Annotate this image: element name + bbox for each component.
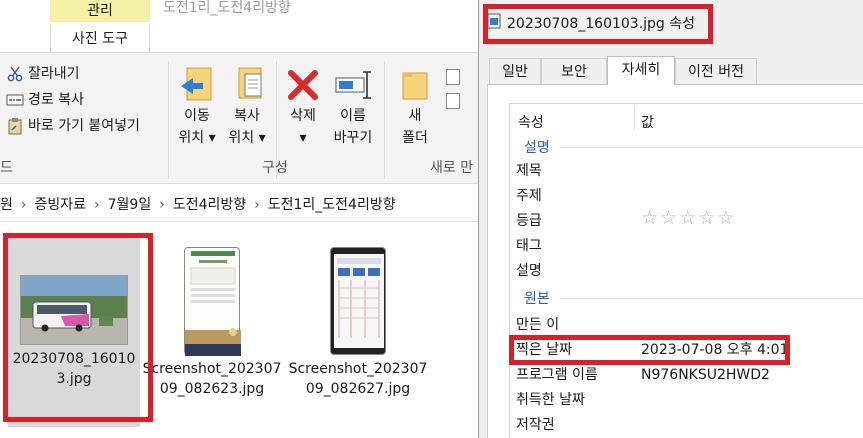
tab-security[interactable]: 보안 xyxy=(541,58,607,84)
new-item-icon[interactable] xyxy=(446,69,460,85)
cut-label: 잘라내기 xyxy=(28,66,80,82)
file-item[interactable]: 20230708_160103.jpg xyxy=(8,237,140,427)
row-program-name[interactable]: 프로그램 이름 xyxy=(516,365,598,385)
row-authors[interactable]: 만든 이 xyxy=(516,315,559,335)
ribbon-divider xyxy=(384,61,385,179)
screenshot-thumbnail xyxy=(330,247,386,355)
photo-thumbnail xyxy=(20,275,128,345)
breadcrumb-item[interactable]: 증빙자료 xyxy=(35,197,87,213)
breadcrumb-item[interactable]: 7월9일 xyxy=(108,197,152,213)
star-icon[interactable]: ☆ xyxy=(698,207,717,229)
details-list[interactable]: 속성 값 설명 제목 주제 등급 ☆☆☆☆☆ 태그 설명 원본 만든 이 찍은 … xyxy=(509,103,863,438)
paste-shortcut-icon xyxy=(6,117,24,135)
star-icon[interactable]: ☆ xyxy=(717,207,736,229)
star-icon[interactable]: ☆ xyxy=(679,207,698,229)
rename-button[interactable]: 이름 바꾸기 xyxy=(330,65,376,149)
breadcrumb-chevron-icon[interactable]: › xyxy=(21,197,27,213)
clipboard-group-label: 드 xyxy=(0,160,13,176)
copy-to-label-2: 위치 ▾ xyxy=(228,130,266,146)
breadcrumb-chevron-icon[interactable]: › xyxy=(254,197,260,213)
new-group-label: 새로 만 xyxy=(430,160,474,176)
row-comments[interactable]: 설명 xyxy=(516,261,542,281)
cut-button[interactable]: 잘라내기 xyxy=(6,63,80,85)
new-folder-label-2: 폴더 xyxy=(402,130,428,146)
section-label: 설명 xyxy=(524,140,550,156)
row-tags[interactable]: 태그 xyxy=(516,236,542,256)
copy-path-label: 경로 복사 xyxy=(28,92,84,108)
breadcrumb-chevron-icon[interactable]: › xyxy=(94,197,100,213)
rename-label-1: 이름 xyxy=(340,108,366,124)
copy-to-label-1: 복사 xyxy=(234,108,260,124)
breadcrumb-chevron-icon[interactable]: › xyxy=(159,197,165,213)
breadcrumb-item[interactable]: 도전1리_도전4리방향 xyxy=(268,197,396,213)
star-icon[interactable]: ☆ xyxy=(641,207,660,229)
window-title: 도전1리_도전4리방향 xyxy=(163,0,291,16)
date-taken-value[interactable]: 2023-07-08 오후 4:01 xyxy=(641,340,788,360)
rename-label-2: 바꾸기 xyxy=(333,130,373,146)
new-folder-label-1: 새 xyxy=(408,108,422,124)
file-name: Screenshot_20230709_082627.jpg xyxy=(288,361,428,397)
copy-to-icon xyxy=(224,65,270,105)
tab-photo-tools[interactable]: 사진 도구 xyxy=(50,24,150,52)
organize-group-label: 구성 xyxy=(262,160,288,176)
file-list: 20230708_160103.jpg Screenshot_20230709_… xyxy=(0,223,480,438)
ribbon-divider xyxy=(168,61,169,179)
delete-button[interactable]: 삭제 ▾ xyxy=(280,65,326,149)
context-tab-header: 관리 xyxy=(50,0,150,22)
row-copyright[interactable]: 저작권 xyxy=(516,415,555,435)
ribbon: 잘라내기 경로 복사 바로 가기 붙여넣기 드 이동 위치 ▾ 복사 위치 ▾ … xyxy=(0,52,480,184)
rename-icon xyxy=(330,65,376,105)
address-bar[interactable]: 원 › 증빙자료 › 7월9일 › 도전4리방향 › 도전1리_도전4리방향 xyxy=(0,188,480,222)
file-name: 20230708_160103.jpg xyxy=(12,351,136,387)
column-header-property[interactable]: 속성 xyxy=(518,112,544,132)
move-to-icon xyxy=(174,65,220,105)
tab-general[interactable]: 일반 xyxy=(489,58,541,84)
dialog-title: 20230708_160103.jpg 속성 xyxy=(487,13,695,33)
delete-x-icon xyxy=(280,65,326,105)
section-label: 원본 xyxy=(524,291,550,307)
easy-access-icon[interactable] xyxy=(446,93,460,109)
file-name: Screenshot_20230709_082623.jpg xyxy=(142,361,282,397)
screenshot-thumbnail xyxy=(184,247,241,356)
rating-stars[interactable]: ☆☆☆☆☆ xyxy=(641,208,736,228)
new-folder-button[interactable]: 새 폴더 xyxy=(392,65,438,149)
breadcrumb-item[interactable]: 도전4리방향 xyxy=(173,197,246,213)
move-to-label-1: 이동 xyxy=(184,108,210,124)
delete-dropdown: ▾ xyxy=(299,130,307,146)
section-description: 설명 xyxy=(524,137,863,157)
tab-details[interactable]: 자세히 xyxy=(607,56,675,85)
dialog-title-text: 20230708_160103.jpg 속성 xyxy=(507,16,696,32)
paste-shortcut-button[interactable]: 바로 가기 붙여넣기 xyxy=(6,115,140,137)
new-folder-icon xyxy=(392,65,438,105)
row-date-acquired[interactable]: 취득한 날짜 xyxy=(516,390,585,410)
scissors-icon xyxy=(6,65,24,83)
file-item[interactable]: Screenshot_20230709_082627.jpg xyxy=(288,237,428,399)
copy-path-button[interactable]: 경로 복사 xyxy=(6,89,84,111)
file-item[interactable]: Screenshot_20230709_082623.jpg xyxy=(142,237,282,399)
copy-to-button[interactable]: 복사 위치 ▾ xyxy=(224,65,270,149)
properties-dialog: 20230708_160103.jpg 속성 일반 보안 자세히 이전 버전 속… xyxy=(478,0,863,438)
tab-previous-versions[interactable]: 이전 버전 xyxy=(675,58,757,84)
row-subject[interactable]: 주제 xyxy=(516,186,542,206)
delete-label: 삭제 xyxy=(290,108,316,124)
row-date-taken[interactable]: 찍은 날짜 xyxy=(516,340,572,360)
section-origin: 원본 xyxy=(524,288,863,308)
program-name-value[interactable]: N976NKSU2HWD2 xyxy=(641,365,770,385)
row-rating[interactable]: 등급 xyxy=(516,211,542,231)
copy-path-icon xyxy=(6,91,24,109)
column-header-value[interactable]: 값 xyxy=(641,112,654,132)
row-title[interactable]: 제목 xyxy=(516,161,542,181)
paste-shortcut-label: 바로 가기 붙여넣기 xyxy=(28,118,140,134)
star-icon[interactable]: ☆ xyxy=(660,207,679,229)
move-to-label-2: 위치 ▾ xyxy=(178,130,216,146)
column-divider[interactable] xyxy=(634,106,635,130)
breadcrumb-item[interactable]: 원 xyxy=(0,197,13,213)
image-file-icon xyxy=(487,13,501,33)
move-to-button[interactable]: 이동 위치 ▾ xyxy=(174,65,220,149)
